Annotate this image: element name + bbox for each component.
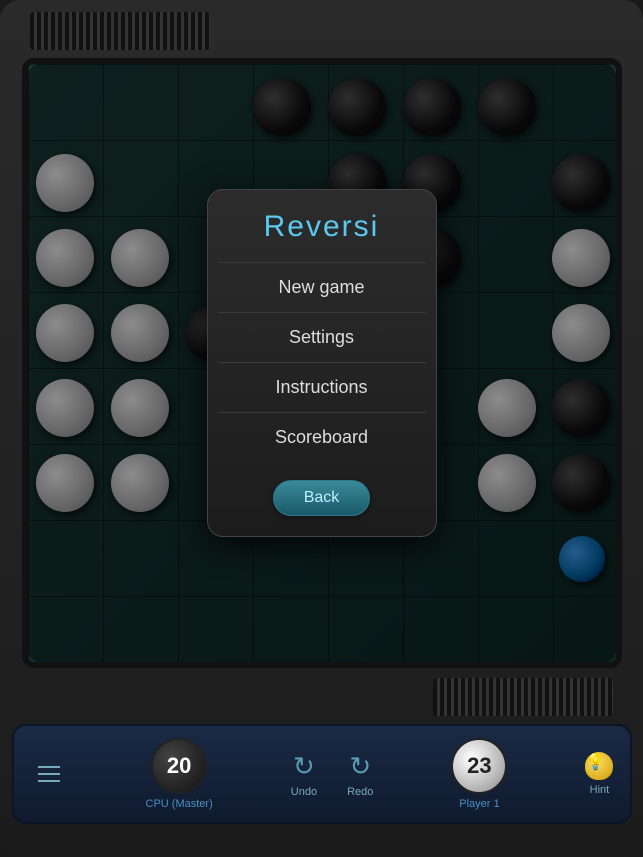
hamburger-line [38, 780, 60, 782]
instructions-button[interactable]: Instructions [218, 362, 426, 412]
bottom-bar: 20 CPU (Master) ↺ Undo ↻ Redo 23 Player … [12, 724, 632, 824]
new-game-button[interactable]: New game [218, 262, 426, 312]
hint-label: Hint [590, 784, 610, 796]
controls: ↺ Undo ↻ Redo [291, 751, 374, 798]
bottom-vent [433, 678, 613, 716]
player-score-section: 23 Player 1 [451, 738, 507, 810]
cpu-score-label: CPU (Master) [146, 798, 213, 810]
player-score-value: 23 [467, 753, 491, 779]
redo-button[interactable]: ↻ Redo [347, 751, 373, 798]
hint-button[interactable]: 💡 Hint [585, 752, 613, 796]
hamburger-menu[interactable] [30, 758, 68, 790]
hint-icon: 💡 [585, 752, 613, 780]
player-score-label: Player 1 [459, 798, 499, 810]
hamburger-line [38, 773, 60, 775]
device-body: Reversi New game Settings Instructions S… [0, 0, 643, 857]
hamburger-line [38, 766, 60, 768]
player-score-circle: 23 [451, 738, 507, 794]
redo-label: Redo [347, 786, 373, 798]
board-container: Reversi New game Settings Instructions S… [22, 58, 622, 668]
menu-dialog: Reversi New game Settings Instructions S… [207, 189, 437, 537]
undo-label: Undo [291, 786, 317, 798]
cpu-score-circle: 20 [151, 738, 207, 794]
undo-icon: ↺ [293, 751, 315, 782]
undo-button[interactable]: ↺ Undo [291, 751, 317, 798]
redo-icon: ↻ [349, 751, 371, 782]
cpu-score-value: 20 [167, 753, 191, 779]
settings-button[interactable]: Settings [218, 312, 426, 362]
top-vent [30, 12, 210, 50]
cpu-score-section: 20 CPU (Master) [146, 738, 213, 810]
back-button[interactable]: Back [273, 480, 371, 516]
menu-overlay: Reversi New game Settings Instructions S… [28, 64, 616, 662]
scoreboard-button[interactable]: Scoreboard [218, 412, 426, 462]
menu-title: Reversi [264, 210, 380, 244]
